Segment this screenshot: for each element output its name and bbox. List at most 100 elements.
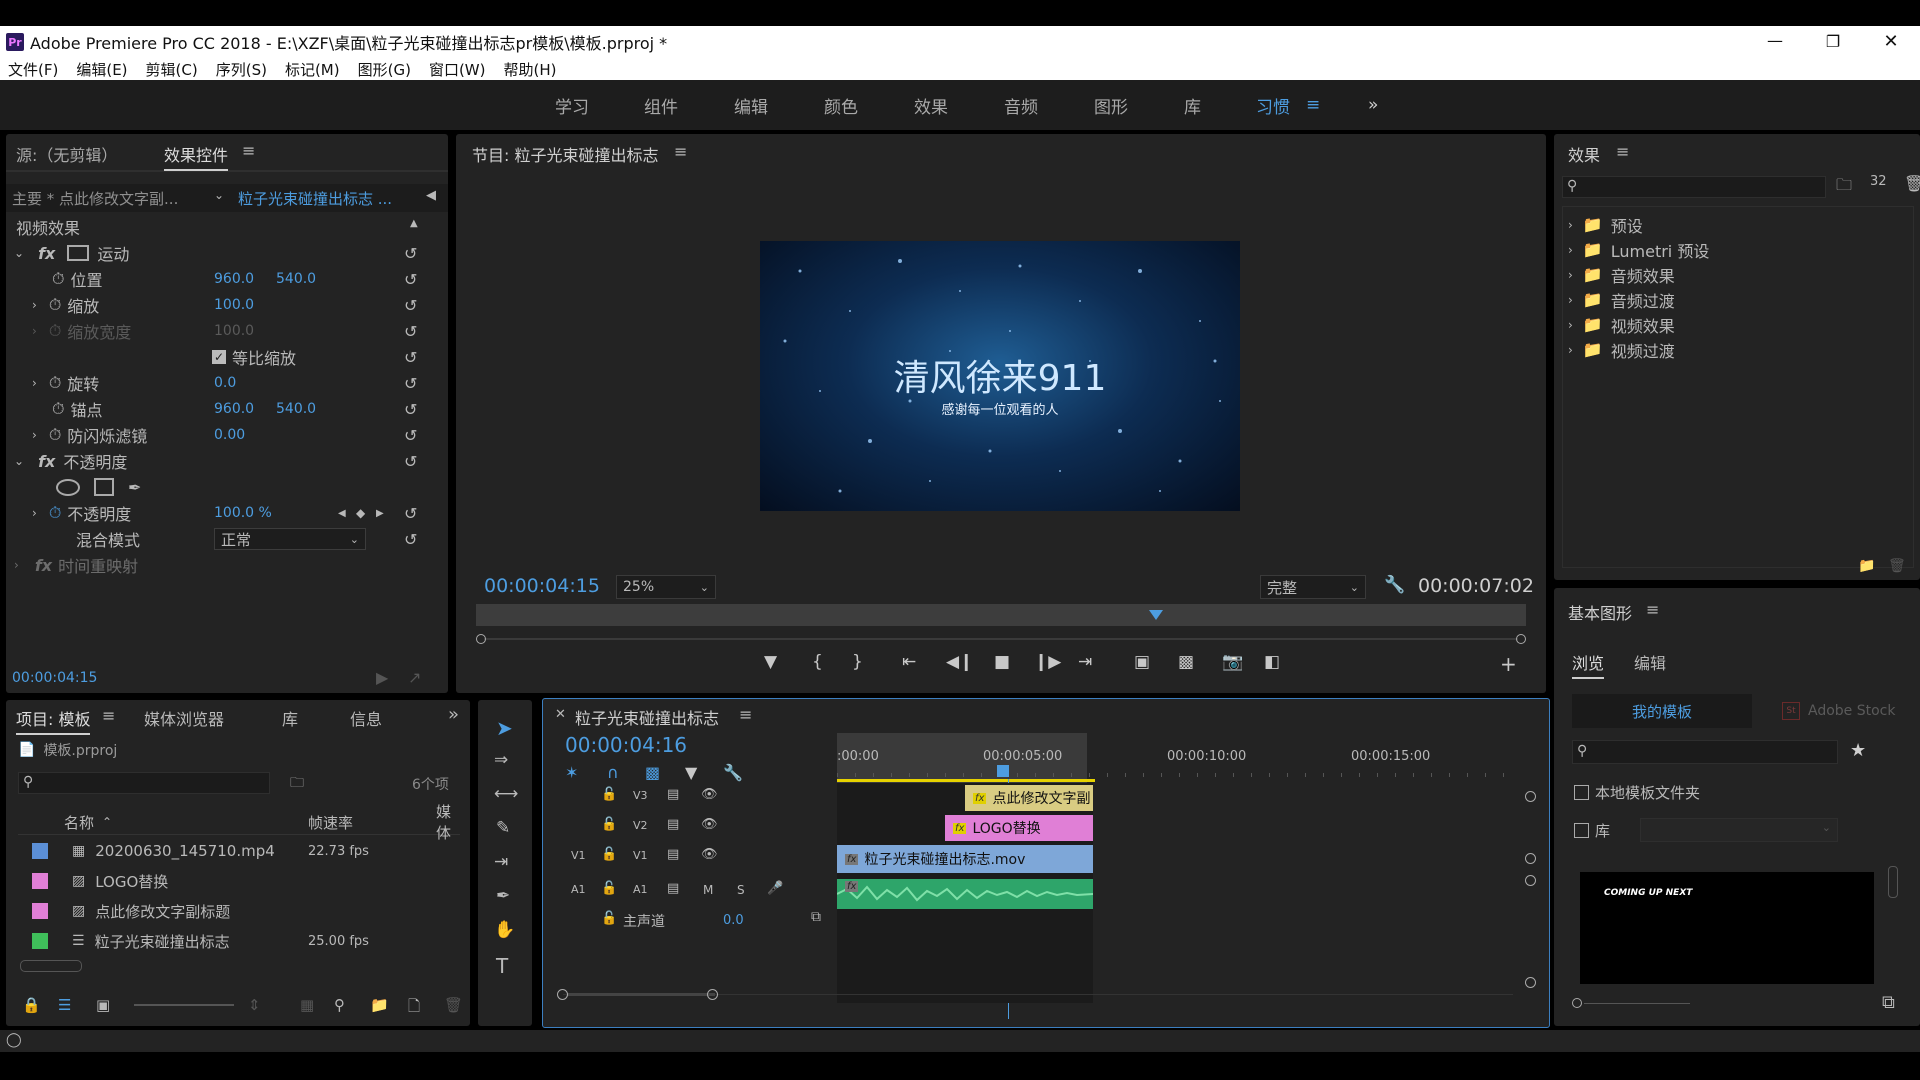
clear-icon[interactable]: 🗑 xyxy=(444,996,463,1014)
stopwatch-icon[interactable]: ⏱ xyxy=(49,295,61,315)
clip-v3[interactable]: fx 点此修改文字副 xyxy=(965,785,1093,811)
lock-icon[interactable]: 🔒 xyxy=(22,996,41,1014)
rectangle-mask-icon[interactable] xyxy=(94,478,114,496)
star-icon[interactable]: ★ xyxy=(1850,740,1866,761)
template-search-input[interactable]: ⚲ xyxy=(1572,740,1838,764)
reset-icon[interactable]: ↺ xyxy=(404,348,417,367)
pen-tool-icon[interactable]: ✒ xyxy=(496,886,510,906)
wrench-icon[interactable]: 🔧 xyxy=(1384,575,1405,595)
minimize-button[interactable]: — xyxy=(1746,26,1804,58)
workspace-tab-assembly[interactable]: 组件 xyxy=(644,80,678,130)
snap-icon[interactable]: ∩ xyxy=(607,763,619,782)
thumbnail-scrollbar[interactable] xyxy=(1888,866,1898,898)
workspace-tab-custom[interactable]: 习惯 xyxy=(1256,80,1290,130)
play-audio-icon[interactable]: ▶ xyxy=(376,668,388,687)
program-current-time[interactable]: 00:00:04:15 xyxy=(484,575,600,597)
eye-icon[interactable]: 👁 xyxy=(701,817,718,832)
fps-column-header[interactable]: 帧速率 xyxy=(308,812,353,833)
new-search-bin-icon[interactable]: 🗀 xyxy=(290,772,304,796)
export-frame-icon[interactable]: ↗ xyxy=(408,668,421,687)
ripple-edit-tool-icon[interactable]: ⟷ xyxy=(494,784,518,804)
ellipse-mask-icon[interactable] xyxy=(56,478,80,496)
status-icon[interactable]: ◯ xyxy=(6,1032,22,1048)
timeline-playhead-handle[interactable] xyxy=(997,765,1009,777)
go-to-in-icon[interactable]: ⇤ xyxy=(902,652,916,672)
zoom-handle-left[interactable] xyxy=(476,634,486,644)
sort-icons-icon[interactable]: ⇕ xyxy=(248,996,261,1014)
workspace-tab-libraries[interactable]: 库 xyxy=(1184,80,1201,130)
sync-lock-icon[interactable]: ▤ xyxy=(667,847,679,862)
yuv-filter-icon[interactable]: 🗑 xyxy=(1904,174,1920,193)
workspace-tab-learn[interactable]: 学习 xyxy=(555,80,589,130)
panel-menu-icon[interactable]: ≡ xyxy=(1646,600,1659,619)
thumbnail-size-slider[interactable] xyxy=(1572,998,1692,1010)
template-thumbnail[interactable]: COMING UP NEXT xyxy=(1580,872,1874,984)
close-button[interactable]: ✕ xyxy=(1862,26,1920,58)
library-checkbox[interactable] xyxy=(1574,823,1589,838)
anchor-x-value[interactable]: 960.0 xyxy=(214,401,254,417)
collapse-chevron-icon[interactable]: ⌄ xyxy=(14,454,24,468)
essential-graphics-title[interactable]: 基本图形 xyxy=(1568,600,1632,624)
fx-icon[interactable]: fx xyxy=(38,244,55,263)
rotation-value[interactable]: 0.0 xyxy=(214,375,236,391)
scale-value[interactable]: 100.0 xyxy=(214,297,254,313)
project-list-item[interactable]: ▨ 点此修改文字副标题 xyxy=(18,896,448,926)
source-tab[interactable]: 源:（无剪辑） xyxy=(16,142,117,166)
lock-icon[interactable]: 🔓 xyxy=(601,881,617,896)
lock-icon[interactable]: 🔓 xyxy=(601,911,617,926)
source-a1-label[interactable]: A1 xyxy=(571,883,586,896)
chevron-down-icon[interactable]: ⌄ xyxy=(214,188,224,202)
reset-icon[interactable]: ↺ xyxy=(404,374,417,393)
stopwatch-active-icon[interactable]: ⏱ xyxy=(49,503,61,523)
program-title[interactable]: 节目: 粒子光束碰撞出标志 xyxy=(472,142,658,166)
label-color-swatch[interactable] xyxy=(32,843,48,859)
clip-v2[interactable]: fx LOGO替换 xyxy=(945,815,1093,841)
flicker-value[interactable]: 0.00 xyxy=(214,427,245,443)
effects-search-input[interactable]: ⚲ xyxy=(1562,176,1826,198)
label-color-swatch[interactable] xyxy=(32,933,48,949)
library-dropdown[interactable]: ⌄ xyxy=(1640,818,1838,842)
reset-icon[interactable]: ↺ xyxy=(404,426,417,445)
eye-icon[interactable]: 👁 xyxy=(701,847,718,862)
playhead-marker[interactable] xyxy=(1149,610,1164,620)
reset-icon[interactable]: ↺ xyxy=(404,504,417,523)
nest-sequence-icon[interactable]: ✶ xyxy=(565,763,578,782)
selection-tool-icon[interactable]: ➤ xyxy=(496,716,513,740)
project-search-input[interactable]: ⚲ xyxy=(18,772,270,794)
reset-icon[interactable]: ↺ xyxy=(404,296,417,315)
add-keyframe-icon[interactable]: ◆ xyxy=(356,506,365,520)
quality-dropdown[interactable]: 完整 ⌄ xyxy=(1260,575,1366,599)
project-tab[interactable]: 项目: 模板 xyxy=(16,706,91,735)
zoom-handle-right[interactable] xyxy=(707,989,718,1000)
effects-title[interactable]: 效果 xyxy=(1568,142,1600,166)
project-list-item[interactable]: ▦ 20200630_145710.mp4 22.73 fps xyxy=(18,836,448,866)
type-tool-icon[interactable]: T xyxy=(496,954,508,978)
overflow-icon[interactable]: » xyxy=(448,704,459,725)
lift-icon[interactable]: ▣ xyxy=(1134,652,1150,672)
master-volume-value[interactable]: 0.0 xyxy=(723,913,744,928)
zoom-dropdown[interactable]: 25% ⌄ xyxy=(616,575,716,599)
workspace-tab-graphics[interactable]: 图形 xyxy=(1094,80,1128,130)
expand-chevron-icon[interactable]: › xyxy=(32,376,37,390)
lock-icon[interactable]: 🔓 xyxy=(601,817,617,832)
comparison-view-icon[interactable]: ◧ xyxy=(1264,652,1280,672)
linked-selection-icon[interactable]: ▩ xyxy=(645,763,660,782)
sequence-clip-label[interactable]: 粒子光束碰撞出标志 ... xyxy=(238,188,392,209)
add-marker-icon[interactable]: ▼ xyxy=(685,763,697,782)
track-scroll-handle-bottom[interactable] xyxy=(1525,977,1536,988)
timeline-timecode[interactable]: 00:00:04:16 xyxy=(565,733,687,757)
my-templates-tab[interactable]: 我的模板 xyxy=(1572,694,1752,728)
timeline-ruler[interactable]: :00:00 00:00:05:00 00:00:10:00 00:00:15:… xyxy=(837,733,1507,783)
panel-menu-icon[interactable]: ≡ xyxy=(739,705,752,724)
stopwatch-icon[interactable]: ⏱ xyxy=(52,399,64,419)
export-frame-icon[interactable]: 📷 xyxy=(1222,652,1243,672)
menu-marker[interactable]: 标记(M) xyxy=(285,59,340,80)
position-y-value[interactable]: 540.0 xyxy=(276,271,316,287)
zoom-scroll-bar[interactable] xyxy=(476,634,1526,644)
mark-out-icon[interactable]: } xyxy=(852,652,863,672)
project-list-item[interactable]: ☰ 粒子光束碰撞出标志 25.00 fps xyxy=(18,926,448,956)
position-x-value[interactable]: 960.0 xyxy=(214,271,254,287)
label-color-swatch[interactable] xyxy=(32,873,48,889)
work-area-bar[interactable] xyxy=(837,779,1095,782)
stopwatch-icon[interactable]: ⏱ xyxy=(52,269,64,289)
